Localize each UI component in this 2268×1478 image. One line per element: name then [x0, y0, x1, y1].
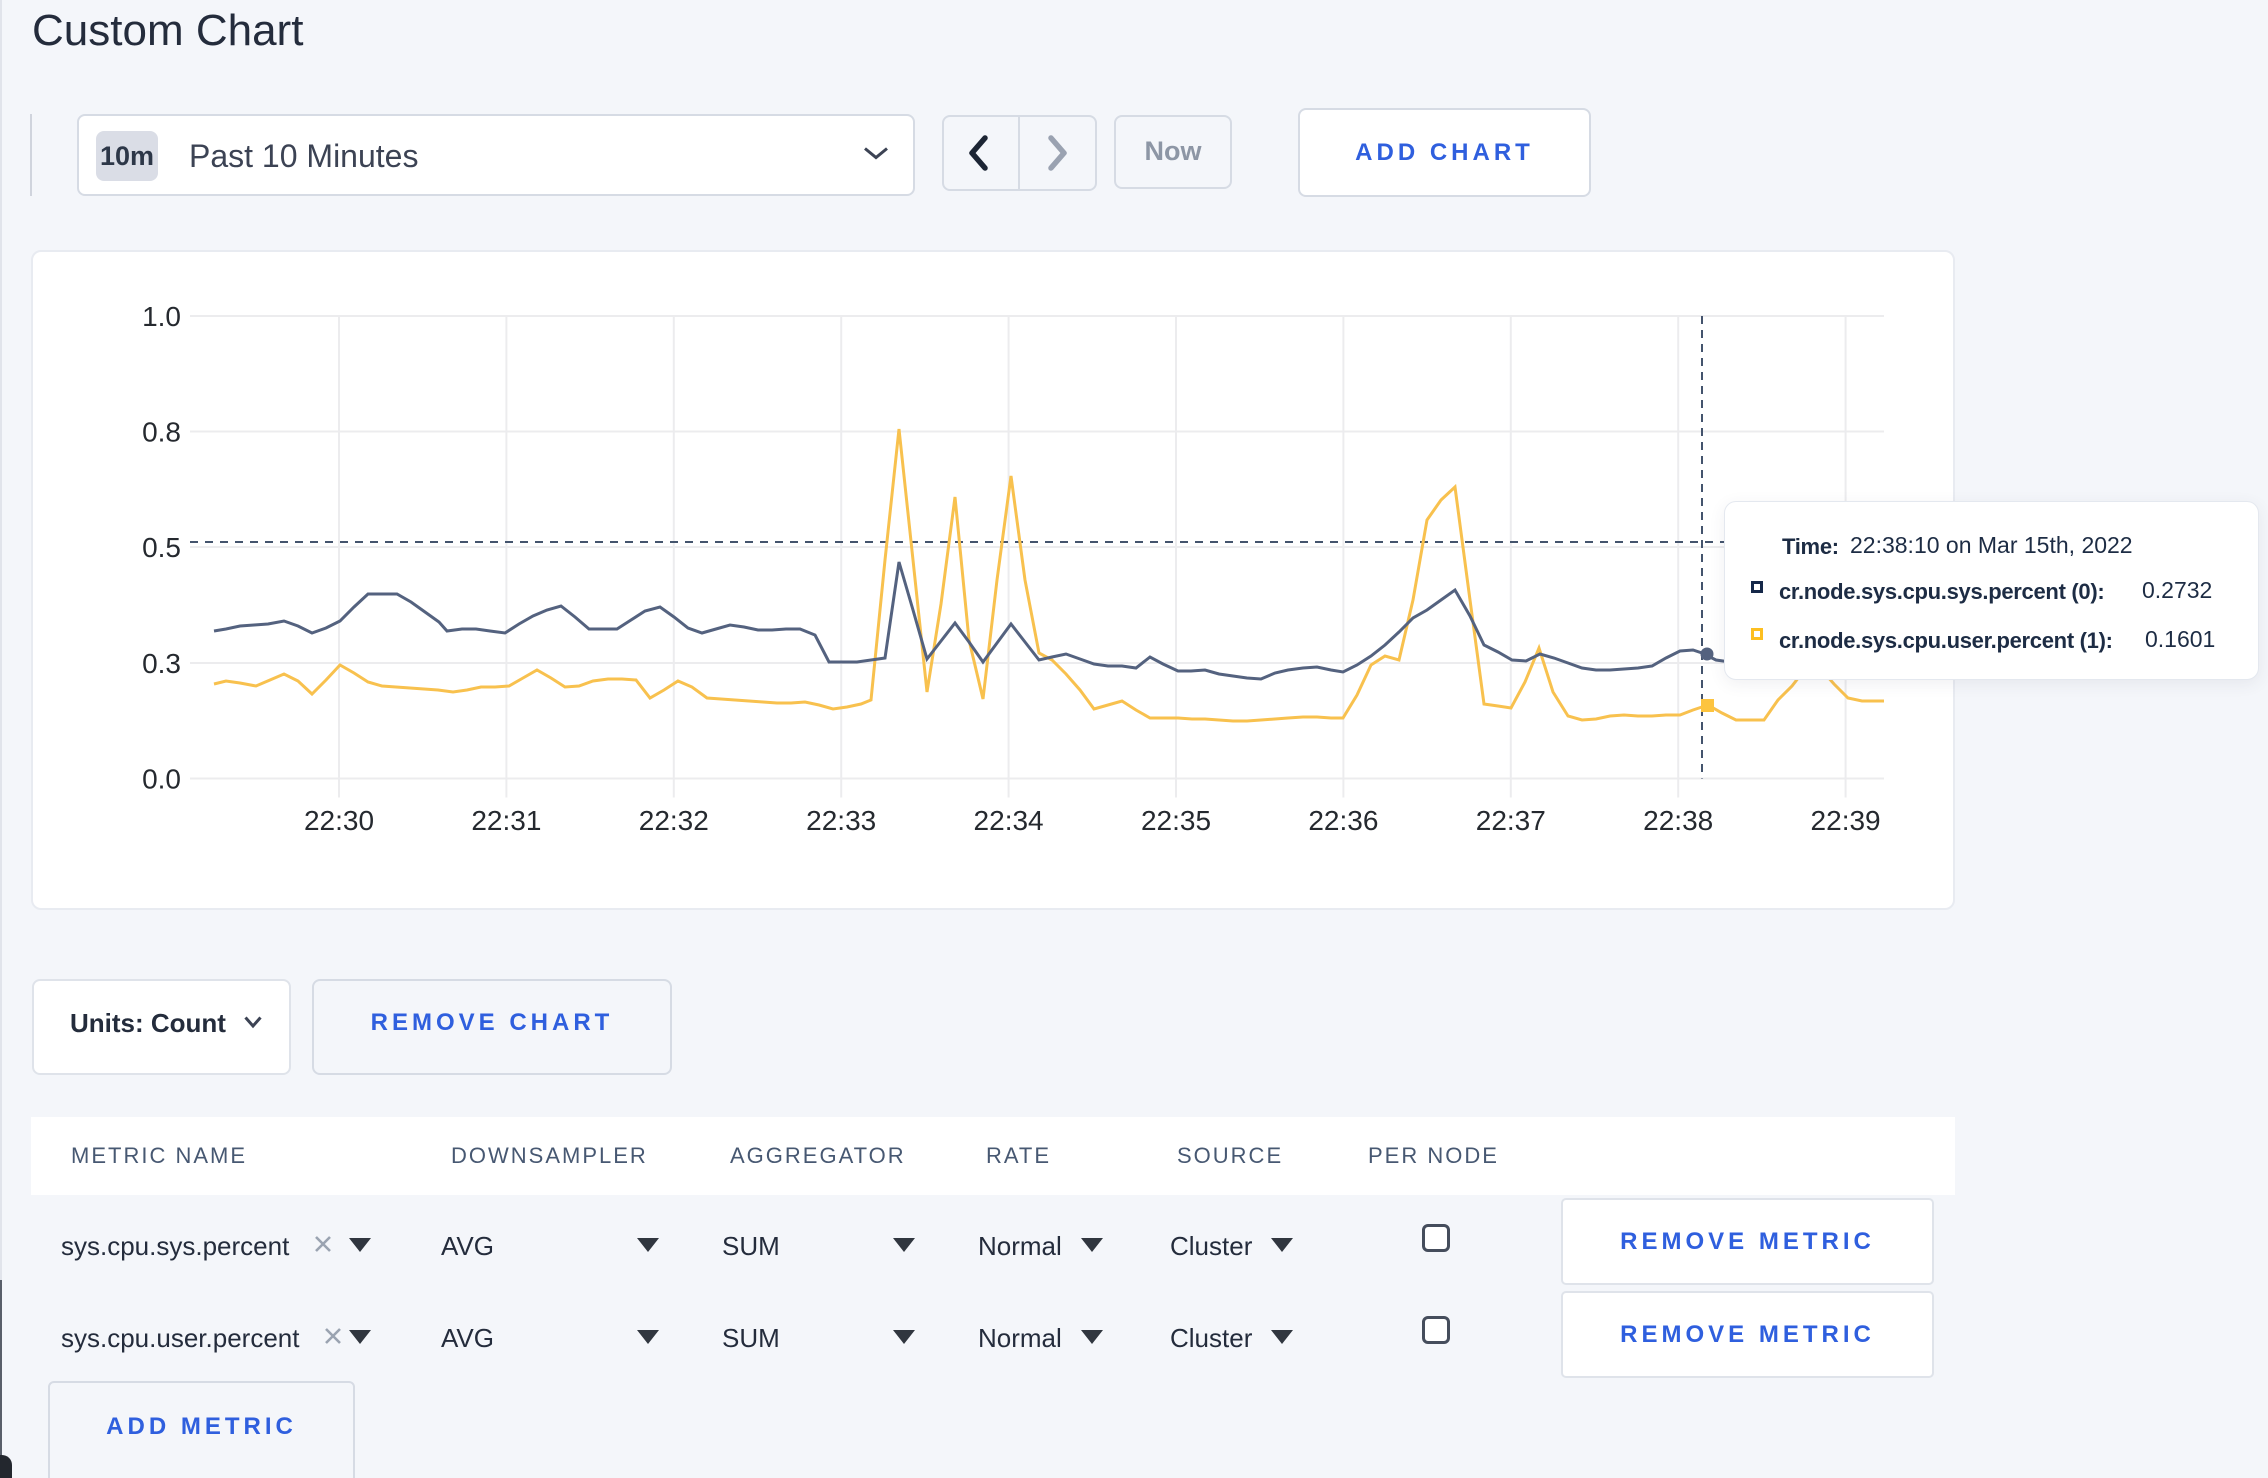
svg-text:22:33: 22:33	[806, 805, 876, 836]
svg-text:22:37: 22:37	[1476, 805, 1546, 836]
svg-text:0.0: 0.0	[142, 764, 181, 795]
svg-text:22:34: 22:34	[974, 805, 1044, 836]
svg-text:1.0: 1.0	[142, 301, 181, 332]
svg-text:0.8: 0.8	[142, 417, 181, 448]
svg-text:22:32: 22:32	[639, 805, 709, 836]
svg-text:22:30: 22:30	[304, 805, 374, 836]
svg-text:22:39: 22:39	[1811, 805, 1881, 836]
svg-text:0.3: 0.3	[142, 648, 181, 679]
svg-text:22:31: 22:31	[471, 805, 541, 836]
svg-text:22:36: 22:36	[1308, 805, 1378, 836]
svg-text:0.5: 0.5	[142, 532, 181, 563]
svg-text:22:38: 22:38	[1643, 805, 1713, 836]
svg-text:22:35: 22:35	[1141, 805, 1211, 836]
